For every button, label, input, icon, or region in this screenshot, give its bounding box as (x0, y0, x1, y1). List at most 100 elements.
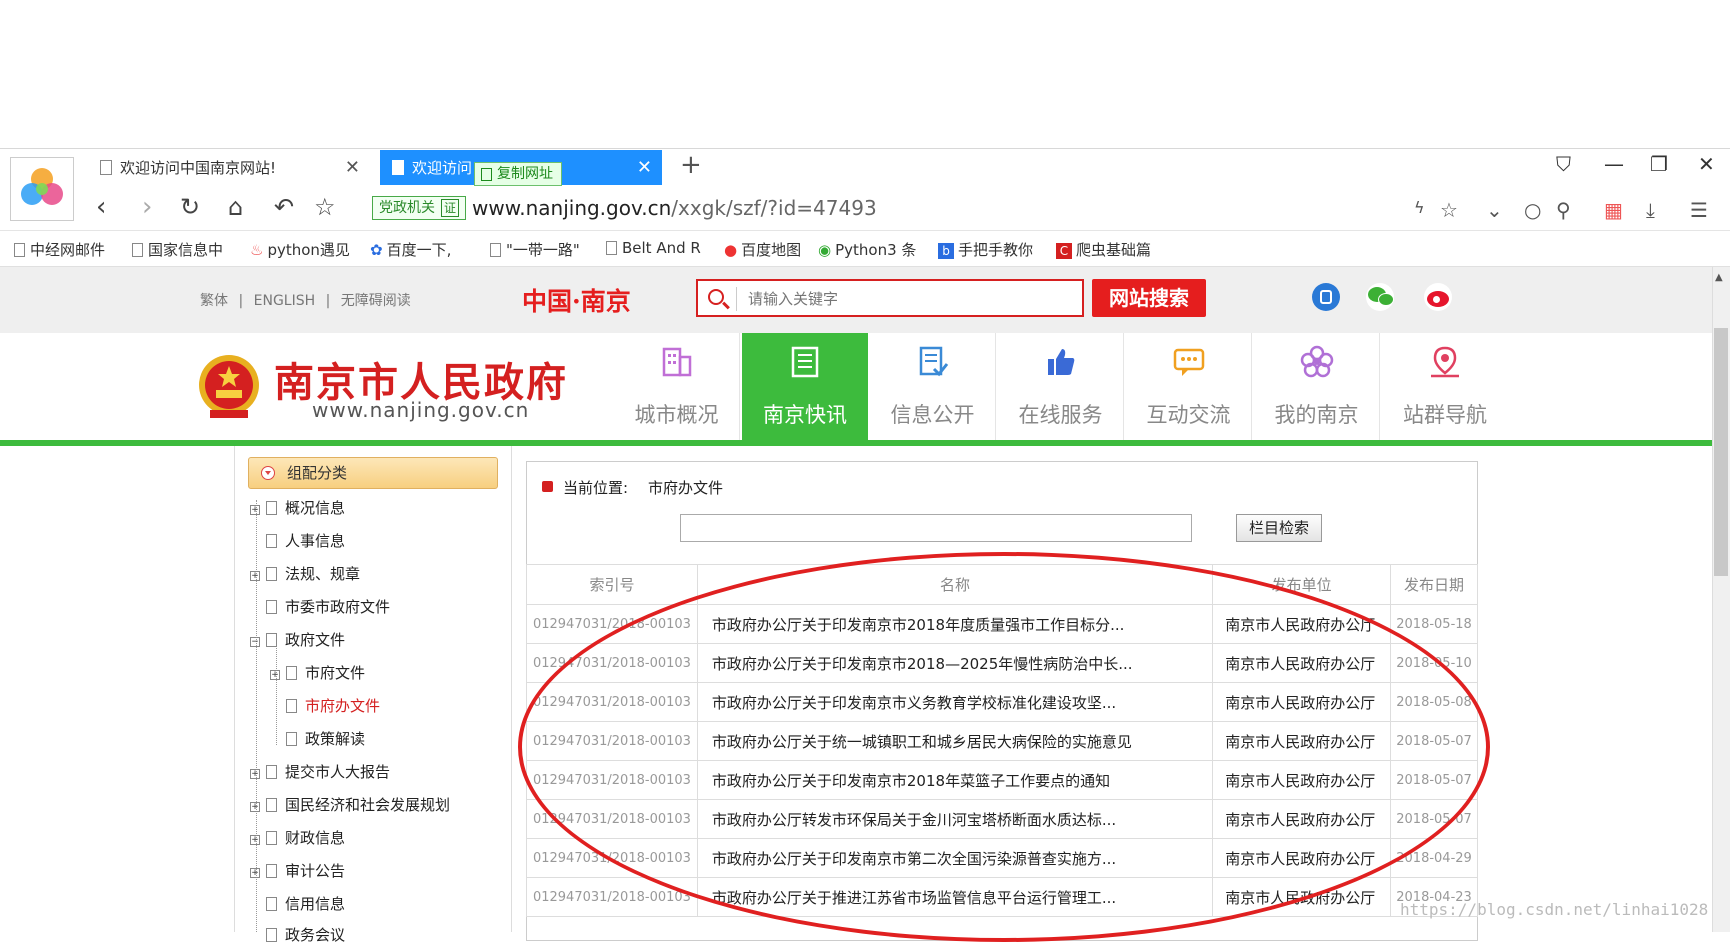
sidebar-item-label: 信用信息 (285, 895, 346, 913)
expand-icon[interactable]: + (250, 769, 260, 779)
app-icon[interactable] (1312, 283, 1340, 311)
sidebar-item-personnel[interactable]: 人事信息 (266, 530, 345, 551)
cell-index: 012947031/2018-00103 (526, 643, 698, 683)
expand-icon[interactable]: + (250, 868, 260, 878)
bookmark-item[interactable]: Belt And R (606, 239, 701, 257)
sidebar-item-city-docs[interactable]: + 市府文件 (270, 662, 365, 683)
expand-icon[interactable]: + (270, 670, 280, 680)
nav-site-group[interactable]: 站群导航 (1382, 333, 1508, 441)
cell-name-link[interactable]: 市政府办公厅关于印发南京市2018年度质量强市工作目标分... (696, 604, 1214, 644)
scroll-up-icon[interactable]: ▲ (1715, 272, 1723, 283)
scrollbar-thumb[interactable] (1714, 328, 1728, 576)
browser-logo-icon[interactable] (10, 157, 74, 221)
sidebar-item-meetings[interactable]: 政务会议 (266, 924, 345, 945)
cell-name-link[interactable]: 市政府办公厅关于印发南京市2018年菜篮子工作要点的通知 (696, 760, 1214, 800)
cell-name-link[interactable]: 市政府办公厅关于统一城镇职工和城乡居民大病保险的实施意见 (696, 721, 1214, 761)
doc-icon (266, 864, 277, 878)
cell-name-link[interactable]: 市政府办公厅关于印发南京市义务教育学校标准化建设攻坚... (696, 682, 1214, 722)
nav-city-overview[interactable]: 城市概况 (614, 333, 740, 441)
magnifier-icon[interactable]: ⚲ (1556, 198, 1571, 222)
flame-icon: ♨ (250, 241, 264, 259)
lightning-icon[interactable]: ϟ (1414, 198, 1425, 217)
download-icon[interactable]: ⤓ (1646, 198, 1655, 222)
sidebar-item-office-docs[interactable]: 市府办文件 (286, 695, 380, 716)
column-search-input[interactable] (680, 514, 1192, 542)
wechat-icon[interactable] (1366, 283, 1394, 311)
page-icon (14, 243, 25, 257)
expand-icon[interactable]: + (250, 802, 260, 812)
sidebar-item-npc-report[interactable]: + 提交市人大报告 (250, 761, 390, 782)
bookmark-item[interactable]: ♨ python遇见 (250, 239, 350, 260)
copy-url-button[interactable]: 复制网址 (474, 162, 562, 186)
gov-badge[interactable]: 党政机关证 (372, 196, 467, 220)
traditional-link[interactable]: 繁体 (200, 293, 228, 309)
divider (736, 287, 737, 311)
nav-label: 我的南京 (1274, 403, 1359, 427)
table-row: 012947031/2018-00103 市政府办公厅关于推进江苏省市场监管信息平… (526, 877, 1478, 917)
dropdown-icon[interactable]: ⌄ (1486, 198, 1503, 222)
sidebar-item-label: 审计公告 (285, 862, 346, 880)
search-input[interactable] (748, 287, 1068, 311)
cell-name-link[interactable]: 市政府办公厅关于印发南京市2018—2025年慢性病防治中长... (696, 643, 1214, 683)
english-link[interactable]: ENGLISH (254, 293, 316, 309)
cell-index: 012947031/2018-00103 (526, 838, 698, 878)
sidebar-item-economic-plan[interactable]: + 国民经济和社会发展规划 (250, 794, 450, 815)
back-icon[interactable]: ‹ (96, 192, 106, 222)
bookmark-item[interactable]: 中经网邮件 (14, 239, 105, 260)
nav-nanjing-news[interactable]: 南京快讯 (742, 333, 868, 441)
skin-icon[interactable]: ⛉ (1556, 152, 1571, 176)
bookmark-item[interactable]: ● 百度地图 (724, 239, 801, 260)
category-header[interactable]: 组配分类 (248, 457, 498, 489)
sidebar-item-audit[interactable]: + 审计公告 (250, 860, 345, 881)
close-icon[interactable]: ✕ (637, 157, 652, 178)
new-tab-icon[interactable]: + (680, 150, 702, 180)
star-icon[interactable]: ☆ (314, 192, 336, 222)
site-search-button[interactable]: 网站搜索 (1092, 279, 1206, 317)
sidebar-item-regulations[interactable]: + 法规、规章 (250, 563, 360, 584)
bookmark-item[interactable]: ✿ 百度一下, (370, 239, 451, 260)
address-bar[interactable]: www.nanjing.gov.cn/xxgk/szf/?id=47493 (472, 196, 877, 220)
cell-date: 2018-04-29 (1390, 838, 1478, 878)
tab-nanjing-home[interactable]: 欢迎访问中国南京网站! ✕ (88, 150, 370, 185)
expand-icon[interactable]: + (250, 571, 260, 581)
collapse-icon[interactable]: − (250, 637, 260, 647)
menu-icon[interactable]: ☰ (1690, 198, 1708, 222)
doc-icon (266, 928, 277, 942)
restore-icon[interactable]: ❐ (1650, 152, 1668, 176)
close-window-icon[interactable]: ✕ (1698, 152, 1715, 176)
search-engine-icon[interactable]: ○ (1524, 198, 1541, 222)
forward-icon[interactable]: › (142, 192, 152, 222)
refresh-icon[interactable]: ↻ (180, 192, 200, 222)
sidebar-item-party-docs[interactable]: 市委市政府文件 (266, 596, 390, 617)
bookmark-item[interactable]: 国家信息中 (132, 239, 223, 260)
home-icon[interactable]: ⌂ (228, 192, 243, 222)
bookmark-item[interactable]: b 手把手教你 (938, 239, 1033, 260)
nav-online-service[interactable]: 在线服务 (998, 333, 1124, 441)
column-search-button[interactable]: 栏目检索 (1236, 514, 1322, 542)
cell-name-link[interactable]: 市政府办公厅关于推进江苏省市场监管信息平台运行管理工... (696, 877, 1214, 917)
collapse-icon (261, 466, 275, 480)
sidebar-item-overview[interactable]: + 概况信息 (250, 497, 345, 518)
expand-icon[interactable]: + (250, 835, 260, 845)
sidebar-item-credit[interactable]: 信用信息 (266, 893, 345, 914)
minimize-icon[interactable]: — (1604, 152, 1624, 176)
nav-info-disclosure[interactable]: 信息公开 (870, 333, 996, 441)
bookmark-item[interactable]: ◉ Python3 条 (818, 239, 916, 260)
apps-icon[interactable]: ▦ (1604, 198, 1623, 222)
nav-my-nanjing[interactable]: 我的南京 (1254, 333, 1380, 441)
close-icon[interactable]: ✕ (345, 157, 360, 178)
cert-badge: 证 (441, 199, 460, 217)
sidebar-item-finance[interactable]: + 财政信息 (250, 827, 345, 848)
cell-name-link[interactable]: 市政府办公厅关于印发南京市第二次全国污染源普查实施方... (696, 838, 1214, 878)
accessible-link[interactable]: 无障碍阅读 (341, 293, 411, 309)
bookmark-item[interactable]: "一带一路" (490, 239, 580, 260)
bookmark-item[interactable]: C 爬虫基础篇 (1056, 239, 1151, 260)
sidebar-item-gov-docs[interactable]: − 政府文件 (250, 629, 345, 650)
expand-icon[interactable]: + (250, 505, 260, 515)
undo-icon[interactable]: ↶ (274, 192, 294, 222)
cell-name-link[interactable]: 市政府办公厅转发市环保局关于金川河宝塔桥断面水质达标... (696, 799, 1214, 839)
bookmark-star-icon[interactable]: ☆ (1440, 198, 1458, 222)
nav-interaction[interactable]: 互动交流 (1126, 333, 1252, 441)
sidebar-item-policy[interactable]: 政策解读 (286, 728, 365, 749)
weibo-icon[interactable] (1424, 283, 1452, 311)
